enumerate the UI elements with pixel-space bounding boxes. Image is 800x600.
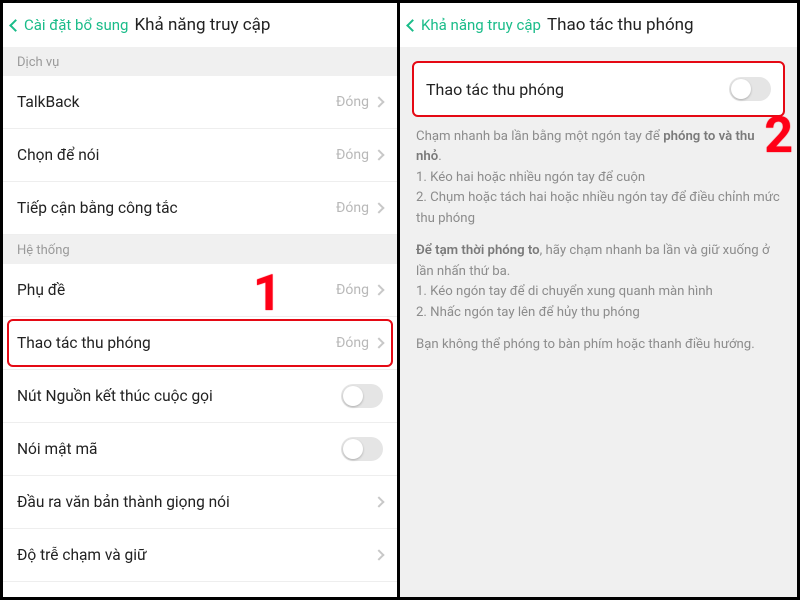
row-label: Nút Nguồn kết thúc cuộc gọi (17, 387, 213, 405)
back-label: Khả năng truy cập (421, 16, 541, 34)
desc-text: . (438, 149, 441, 164)
chevron-right-icon (373, 496, 384, 507)
chevron-right-icon (373, 202, 384, 213)
header: Cài đặt bổ sung Khả năng truy cập (3, 3, 397, 47)
row-label: Tiếp cận bằng công tắc (17, 199, 178, 217)
row-label: Nói mật mã (17, 440, 97, 458)
row-touch-hold-delay[interactable]: Độ trễ chạm và giữ (3, 529, 397, 582)
desc-line: 1. Kéo ngón tay để di chuyển xung quanh … (416, 284, 713, 299)
chevron-left-icon (406, 19, 419, 32)
magnification-settings-screen: Khả năng truy cập Thao tác thu phóng Tha… (400, 3, 797, 597)
row-status: Đóng (336, 94, 369, 110)
row-label: TalkBack (17, 93, 80, 111)
row-switch-access[interactable]: Tiếp cận bằng công tắc Đóng (3, 182, 397, 235)
toggle-power-end-call[interactable] (341, 384, 383, 408)
row-status: Đóng (336, 282, 369, 298)
section-system: Hệ thống (3, 235, 397, 264)
description-text: Chạm nhanh ba lần bằng một ngón tay để p… (400, 127, 797, 356)
row-label: Đầu ra văn bản thành giọng nói (17, 493, 230, 511)
row-power-end-call[interactable]: Nút Nguồn kết thúc cuộc gọi (3, 370, 397, 423)
chevron-right-icon (373, 284, 384, 295)
row-captions[interactable]: Phụ đề Đóng (3, 264, 397, 317)
back-button[interactable]: Khả năng truy cập (406, 16, 541, 34)
row-tts-output[interactable]: Đầu ra văn bản thành giọng nói (3, 476, 397, 529)
header: Khả năng truy cập Thao tác thu phóng (400, 3, 797, 47)
page-title: Thao tác thu phóng (547, 15, 694, 35)
chevron-right-icon (373, 96, 384, 107)
desc-note: Bạn không thể phóng to bàn phím hoặc tha… (416, 335, 781, 355)
row-speak-passwords[interactable]: Nói mật mã (3, 423, 397, 476)
desc-text: Chạm nhanh ba lần bằng một ngón tay để (416, 129, 663, 144)
chevron-right-icon (373, 337, 384, 348)
accessibility-settings-screen: Cài đặt bổ sung Khả năng truy cập Dịch v… (3, 3, 400, 597)
chevron-left-icon (9, 19, 22, 32)
desc-line: 2. Chụm hoặc tách hai hoặc nhiều ngón ta… (416, 190, 780, 225)
toggle-speak-passwords[interactable] (341, 437, 383, 461)
section-service: Dịch vụ (3, 47, 397, 76)
row-talkback[interactable]: TalkBack Đóng (3, 76, 397, 129)
chevron-right-icon (373, 149, 384, 160)
row-label: Chọn để nói (17, 146, 99, 164)
back-button[interactable]: Cài đặt bổ sung (9, 16, 128, 34)
back-label: Cài đặt bổ sung (24, 16, 128, 34)
toggle-knob (343, 386, 363, 406)
row-magnification[interactable]: Thao tác thu phóng Đóng (3, 317, 397, 370)
row-status: Đóng (336, 200, 369, 216)
row-select-to-speak[interactable]: Chọn để nói Đóng (3, 129, 397, 182)
desc-line: 2. Nhấc ngón tay lên để hủy thu phóng (416, 305, 640, 320)
row-label: Thao tác thu phóng (17, 334, 151, 352)
desc-line: 1. Kéo hai hoặc nhiều ngón tay để cuộn (416, 170, 645, 185)
chevron-right-icon (373, 549, 384, 560)
toggle-magnification[interactable] (729, 77, 771, 101)
row-label: Phụ đề (17, 281, 65, 299)
row-status: Đóng (336, 335, 369, 351)
row-status: Đóng (336, 147, 369, 163)
desc-bold: Để tạm thời phóng to (416, 243, 540, 258)
toggle-label: Thao tác thu phóng (426, 80, 564, 99)
page-title: Khả năng truy cập (134, 15, 270, 35)
toggle-knob (343, 439, 363, 459)
row-label: Độ trễ chạm và giữ (17, 546, 147, 564)
magnification-toggle-row[interactable]: Thao tác thu phóng (412, 61, 785, 117)
toggle-knob (731, 79, 751, 99)
